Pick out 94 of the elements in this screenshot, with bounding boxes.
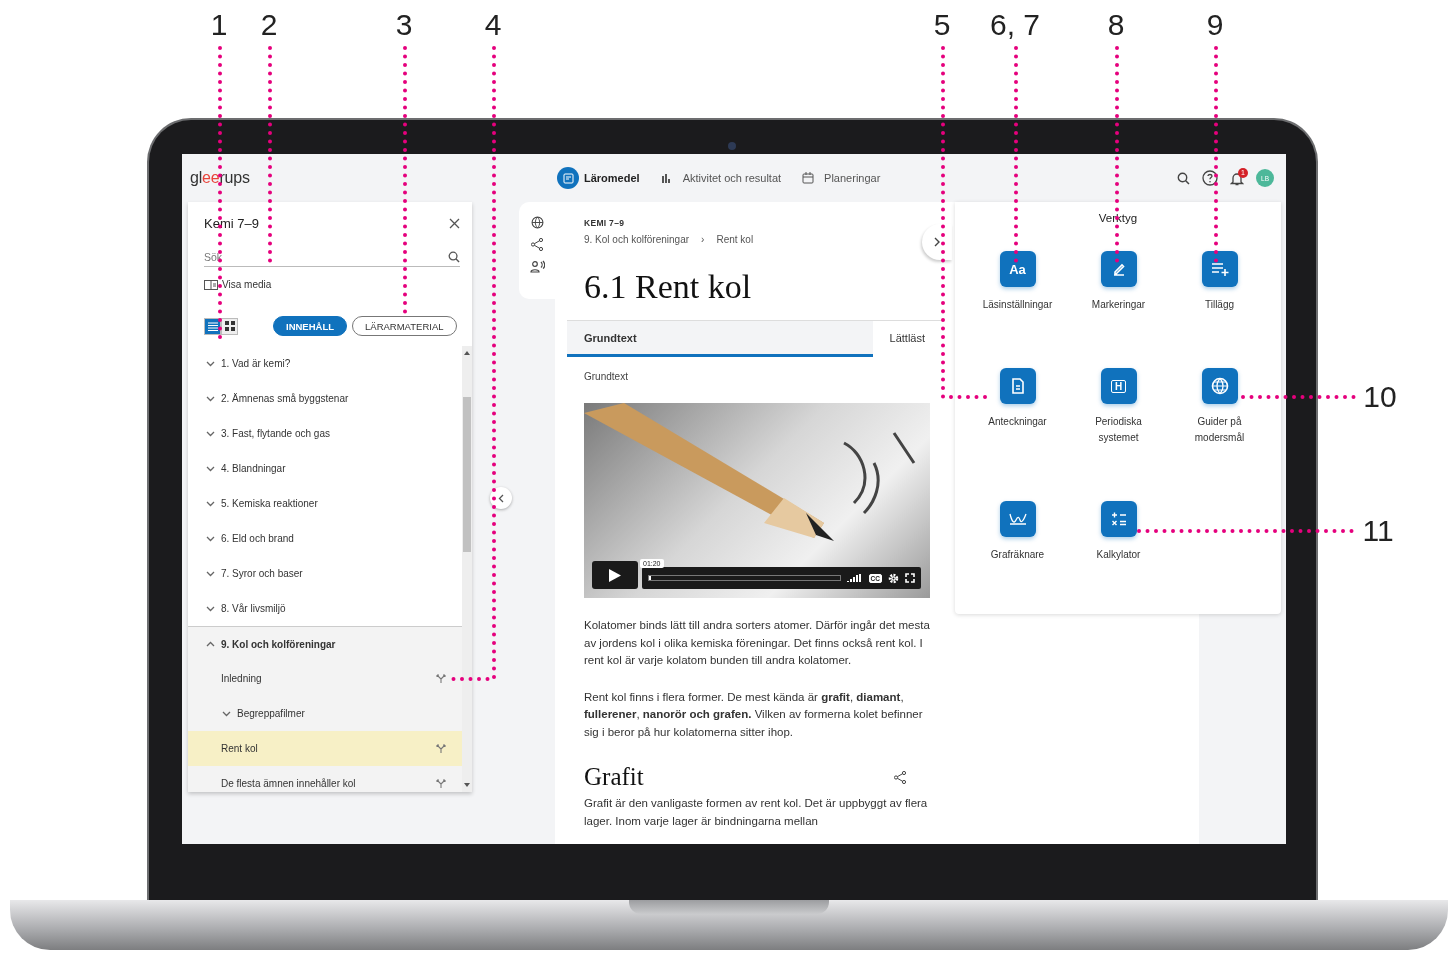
nav-link[interactable]: Läromedel (557, 167, 640, 189)
text-size-icon: Aa (999, 251, 1036, 287)
toc-item[interactable]: De flesta ämnen innehåller kol (188, 766, 462, 792)
chevron-down-icon (222, 710, 231, 717)
panel-title: Kemi 7–9 (204, 216, 259, 231)
share-icon[interactable] (531, 238, 543, 251)
globe-icon[interactable] (530, 216, 544, 229)
tool-button[interactable]: Grafräknare (967, 501, 1068, 563)
volume-icon[interactable] (846, 573, 863, 583)
expand-button[interactable] (922, 224, 952, 260)
toc-item[interactable]: Rent kol (188, 731, 462, 766)
tool-button[interactable]: Tillägg (1169, 251, 1270, 313)
search-icon[interactable] (1177, 171, 1190, 185)
chevron-down-icon (206, 535, 215, 542)
body-paragraph: Grafit är den vanligaste formen av rent kol. Det är uppbyggt av flera lager. Inom varje lager är bindningarna mellan (584, 796, 929, 829)
chevron-down-icon (206, 430, 215, 437)
book-label: KEMI 7–9 (584, 218, 626, 228)
tool-button[interactable]: Aa Läsinställningar (967, 251, 1068, 313)
list-icon (207, 321, 218, 331)
fullscreen-icon[interactable] (905, 573, 915, 583)
callout-number: 8 (1107, 8, 1125, 42)
grid-icon (224, 321, 235, 331)
filter-tab[interactable]: INNEHÅLL (273, 316, 348, 336)
callout-number: 2 (260, 8, 278, 42)
breadcrumb-link[interactable]: 9. Kol och kolföreningar (584, 234, 690, 245)
nav-link[interactable]: Aktivitet och resultat (655, 167, 782, 189)
list-add-icon (1201, 251, 1238, 287)
logo[interactable]: gleerups (190, 169, 557, 187)
settings-icon[interactable] (888, 572, 899, 584)
scroll-up-icon[interactable] (464, 351, 470, 355)
chevron-down-icon (206, 395, 215, 402)
branch-icon[interactable] (436, 743, 446, 754)
pen-icon (1100, 251, 1137, 287)
callout-number: 5 (933, 8, 951, 42)
chevron-down-icon (206, 500, 215, 507)
nav-link[interactable]: Planeringar (797, 167, 881, 189)
section-heading: Grafit (584, 763, 644, 791)
scroll-down-icon[interactable] (464, 783, 470, 787)
chevron-right-icon (934, 237, 940, 247)
calendar-icon (802, 172, 815, 184)
chevron-down-icon (206, 360, 215, 367)
tool-button[interactable]: Markeringar (1068, 251, 1169, 313)
text-level-tab[interactable]: Grundtext (567, 321, 873, 357)
collapse-button[interactable] (490, 487, 512, 509)
toc-item[interactable]: 9. Kol och kolföreningar (188, 626, 462, 661)
search-icon (448, 251, 460, 263)
tool-button[interactable]: H Periodiska systemet (1068, 368, 1169, 446)
callout-number: 4 (484, 8, 502, 42)
toc-item[interactable]: Inledning (188, 661, 462, 696)
chevron-left-icon (498, 493, 504, 503)
callout-number: 6, 7 (990, 8, 1040, 42)
breadcrumb-link[interactable]: Rent kol (716, 234, 754, 245)
section-label: Grundtext (584, 371, 629, 382)
body-paragraph: Kolatomer binds lätt till andra sorters atomer. Därför ingår det mesta av jordens kol i olika kemiska föreningar. Det finns också rent kol. I rent kol är varje kolatom bunden till andra kolatomer. (584, 618, 930, 668)
calculator-icon (1100, 501, 1137, 537)
chevron-down-icon (206, 465, 215, 472)
read-aloud-icon[interactable] (529, 260, 545, 273)
close-icon[interactable] (449, 218, 460, 229)
graph-icon (999, 501, 1036, 537)
filter-tab[interactable]: LÄRARMATERIAL (352, 316, 457, 336)
page-title: 6.1 Rent kol (584, 268, 752, 306)
chevron-down-icon (206, 570, 215, 577)
branch-icon[interactable] (436, 673, 446, 684)
share-icon[interactable] (894, 770, 906, 784)
globe-icon (1201, 368, 1238, 404)
play-button[interactable] (592, 561, 638, 589)
play-icon (608, 567, 622, 583)
grid-view-button[interactable] (221, 317, 238, 335)
bell-icon (1230, 170, 1244, 186)
element-icon: H (1100, 368, 1137, 404)
media-panel-icon (204, 279, 218, 290)
branch-icon[interactable] (436, 778, 446, 789)
help-icon[interactable] (1202, 170, 1218, 186)
callout-number: 11 (1362, 514, 1394, 548)
media-toggle[interactable]: Visa media (204, 279, 272, 290)
callout-number: 3 (395, 8, 413, 42)
progress-track[interactable] (648, 575, 841, 581)
callout-number: 10 (1363, 380, 1397, 414)
camera-icon (728, 142, 736, 150)
toc-item[interactable]: Begreppafilmer (188, 696, 462, 731)
scrollbar[interactable] (462, 346, 472, 792)
chevron-up-icon (206, 641, 215, 647)
document-icon (999, 368, 1036, 404)
panel-title: Verktyg (1097, 212, 1139, 224)
callout-number: 9 (1206, 8, 1224, 42)
callout-number: 1 (210, 8, 228, 42)
bar-chart-icon (660, 172, 673, 184)
book-icon (562, 172, 574, 184)
tool-button[interactable]: Guider på modersmål (1169, 368, 1270, 446)
tool-button[interactable]: Anteckningar (967, 368, 1068, 430)
breadcrumb-separator: › (701, 234, 705, 245)
chevron-down-icon (206, 605, 215, 612)
tool-button[interactable]: Kalkylator (1068, 501, 1169, 563)
body-paragraph: Rent kol finns i flera former. De mest kända är grafit, diamant, fullerener, nanorör och grafen. Vilken av formerna kolet befinner sig i beror på hur kolatomerna sitter ihop. (584, 689, 924, 740)
